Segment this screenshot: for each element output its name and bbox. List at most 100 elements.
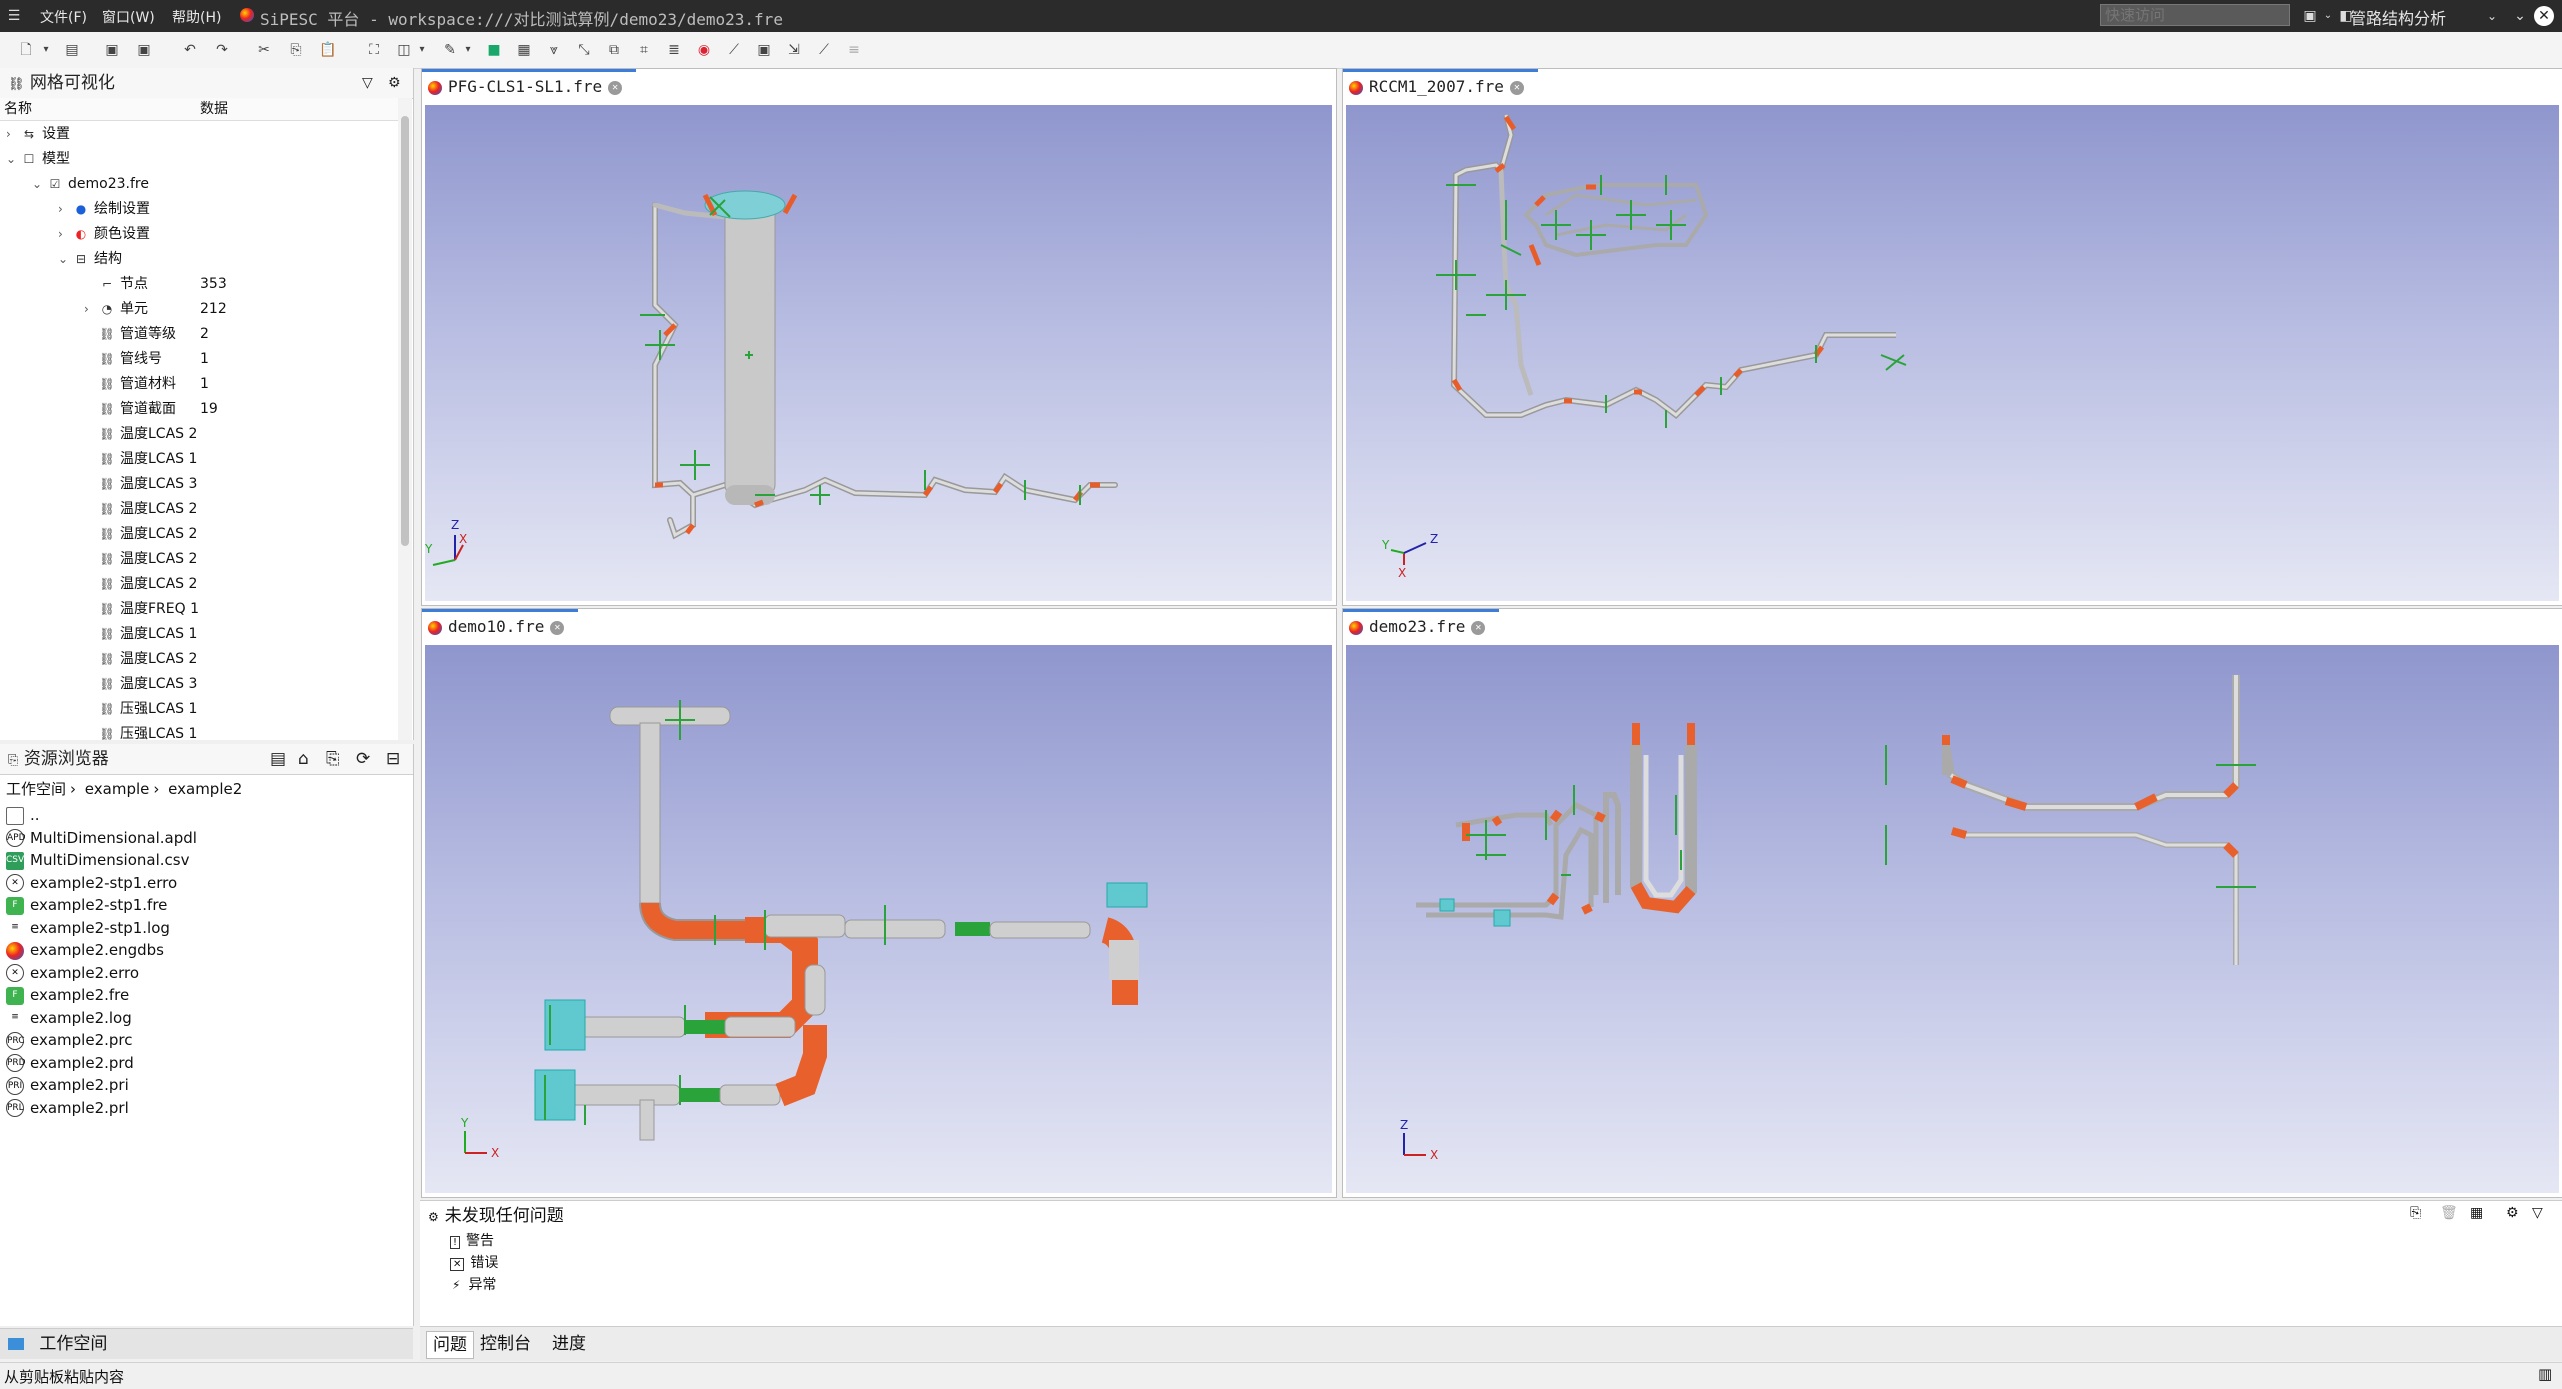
breadcrumb-workspace[interactable]: 工作空间 — [6, 780, 66, 798]
chevron-down-icon[interactable]: ▾ — [36, 40, 56, 60]
problem-item[interactable]: ! 警告 — [450, 1231, 498, 1253]
settings-icon[interactable]: ⚙ — [388, 68, 401, 98]
tree-row[interactable]: ⌄ ☐ 模型 — [6, 147, 396, 171]
fit-view-icon[interactable]: ⛶ — [364, 40, 384, 60]
tab-console[interactable]: 控制台 — [474, 1331, 537, 1357]
chevron-down-icon[interactable]: ⌄ — [2482, 6, 2502, 26]
tree-row[interactable]: › ⇆ 设置 — [6, 122, 396, 146]
copy-icon[interactable]: ⎘ — [286, 40, 306, 60]
tree-row[interactable]: ⛓ 温度LCAS 2 — [84, 522, 396, 546]
wireframe-icon[interactable]: ▦ — [514, 40, 534, 60]
tree-row[interactable]: ⛓ 温度LCAS 2 — [84, 647, 396, 671]
pipe-model-3[interactable]: Y X — [425, 645, 1332, 1193]
perspective-label[interactable]: 管路结构分析 — [2350, 5, 2446, 29]
file-item[interactable]: Fexample2.fre — [6, 984, 129, 1006]
tree-row[interactable]: › ◔ 单元 212 — [84, 297, 396, 321]
app-menu-icon[interactable]: ☰ — [4, 6, 24, 26]
tree-row[interactable]: › ◐ 颜色设置 — [58, 222, 396, 246]
grid-icon[interactable]: ▦ — [2470, 1205, 2483, 1221]
pipe-model-2[interactable]: Z X Y — [1346, 105, 2559, 601]
file-item[interactable]: PRL example2.prl — [6, 1097, 129, 1119]
pipe-model-1[interactable]: Z X Y — [424, 105, 1332, 601]
menu-window[interactable]: 窗口(W) — [102, 7, 155, 27]
tree-row[interactable]: ⛓ 温度LCAS 2 — [84, 547, 396, 571]
chevron-icon[interactable]: › — [58, 197, 72, 221]
canvas-3d[interactable]: Y X — [425, 645, 1332, 1193]
save-all-icon[interactable]: ▣ — [134, 40, 154, 60]
layout-icon[interactable]: ◫ — [394, 40, 414, 60]
chevron-down-icon[interactable]: ▾ — [412, 40, 432, 60]
tree-row[interactable]: ⛓ 管道等级 2 — [84, 322, 396, 346]
canvas-3d[interactable]: Z X — [1346, 645, 2559, 1193]
tree-row[interactable]: ⛓ 温度LCAS 2 — [84, 422, 396, 446]
file-item[interactable]: APD MultiDimensional.apdl — [6, 827, 197, 849]
tree-row[interactable]: ⌐ 节点 353 — [84, 272, 396, 296]
chevron-down-icon[interactable]: ⌄ — [2318, 6, 2338, 26]
minimize-icon[interactable]: ⌄ — [2510, 6, 2530, 26]
tab-demo23[interactable]: demo23.fre ✕ — [1343, 609, 1500, 639]
tree-row[interactable]: ⛓ 温度LCAS 3 — [84, 672, 396, 696]
open-icon[interactable]: ▤ — [62, 40, 82, 60]
pipe-model-4[interactable]: Z X — [1346, 645, 2559, 1193]
scroll-thumb[interactable] — [401, 116, 409, 546]
export-icon[interactable]: ⇲ — [784, 40, 804, 60]
file-item[interactable]: example2.engdbs — [6, 939, 164, 961]
tree-row[interactable]: ⛓ 温度LCAS 1 — [84, 447, 396, 471]
file-item[interactable]: Fexample2-stp1.fre — [6, 894, 167, 916]
tree-row[interactable]: ⌄ ⊟ 结构 — [58, 247, 396, 271]
tree-scrollbar[interactable] — [398, 98, 412, 740]
cut-icon[interactable]: ✂ — [254, 40, 274, 60]
tree-row[interactable]: › ● 绘制设置 — [58, 197, 396, 221]
tree-row[interactable]: ⛓ 管道截面 19 — [84, 397, 396, 421]
file-item[interactable]: PRI example2.pri — [6, 1074, 129, 1096]
chevron-icon[interactable]: › — [6, 122, 20, 146]
tab-rccm[interactable]: RCCM1_2007.fre ✕ — [1343, 69, 1538, 99]
tree-row[interactable]: ⛓ 温度FREQ 1 — [84, 597, 396, 621]
menu-file[interactable]: 文件(F) — [40, 7, 87, 27]
close-icon[interactable]: ✕ — [2534, 6, 2554, 26]
problem-item[interactable]: ✕ 错误 — [450, 1253, 498, 1275]
copy-icon[interactable]: ⎘ — [326, 744, 340, 774]
col-data-header[interactable]: 数据 — [200, 98, 228, 120]
top-view-icon[interactable]: ⩔ — [544, 40, 564, 60]
tree-row[interactable]: ⛓ 温度LCAS 3 — [84, 472, 396, 496]
solid-view-icon[interactable]: ■ — [484, 40, 504, 60]
redo-icon[interactable]: ↷ — [212, 40, 232, 60]
tab-demo10[interactable]: demo10.fre ✕ — [422, 609, 579, 639]
filter-icon[interactable]: ▽ — [362, 68, 373, 98]
tree-row[interactable]: ⛓ 温度LCAS 1 — [84, 622, 396, 646]
col-name-header[interactable]: 名称 — [4, 98, 32, 120]
breadcrumb-example2[interactable]: example2 — [168, 780, 242, 798]
save-icon[interactable]: ▣ — [102, 40, 122, 60]
tree-row[interactable]: ⛓ 温度LCAS 2 — [84, 572, 396, 596]
delete-icon[interactable]: 🗑 — [2440, 1205, 2458, 1221]
canvas-3d[interactable]: Z X Y — [424, 105, 1332, 601]
list-icon[interactable]: ≡ — [844, 40, 864, 60]
chevron-icon[interactable]: › — [58, 222, 72, 246]
tree-row[interactable]: ⛓ 压强LCAS 1 — [84, 697, 396, 721]
open-folder-icon[interactable]: ▤ — [270, 744, 286, 774]
box-view-icon[interactable]: ⧉ — [604, 40, 624, 60]
close-icon[interactable]: ✕ — [608, 80, 623, 95]
brush-icon[interactable]: ✎ — [440, 40, 460, 60]
tree-row[interactable]: ⛓ 压强LCAS 1 — [84, 722, 396, 746]
frame-view-icon[interactable]: ⌗ — [634, 40, 654, 60]
menu-help[interactable]: 帮助(H) — [172, 7, 221, 27]
tree-row[interactable]: ⌄ ☑ demo23.fre — [32, 172, 396, 196]
refresh-icon[interactable]: ⟳ — [356, 744, 370, 774]
measure-icon[interactable]: ⟋ — [814, 40, 834, 60]
canvas-3d[interactable]: Z X Y — [1346, 105, 2559, 601]
tree-row[interactable]: ⛓ 管线号 1 — [84, 347, 396, 371]
chevron-down-icon[interactable]: ▾ — [458, 40, 478, 60]
tab-pfg[interactable]: PFG-CLS1-SL1.fre ✕ — [422, 69, 637, 99]
file-item[interactable]: PRC example2.prc — [6, 1029, 132, 1051]
bars-icon[interactable]: ≣ — [664, 40, 684, 60]
close-icon[interactable]: ✕ — [1509, 80, 1524, 95]
file-item[interactable]: ≡ example2.log — [6, 1007, 132, 1029]
file-item[interactable]: ✕ example2.erro — [6, 962, 139, 984]
tree-row[interactable]: ⛓ 温度LCAS 2 — [84, 497, 396, 521]
tab-problems[interactable]: 问题 — [426, 1331, 474, 1359]
file-item[interactable]: ✕ example2-stp1.erro — [6, 872, 177, 894]
file-item[interactable]: ≡ example2-stp1.log — [6, 917, 170, 939]
new-file-icon[interactable]: 🗋 — [16, 40, 36, 60]
